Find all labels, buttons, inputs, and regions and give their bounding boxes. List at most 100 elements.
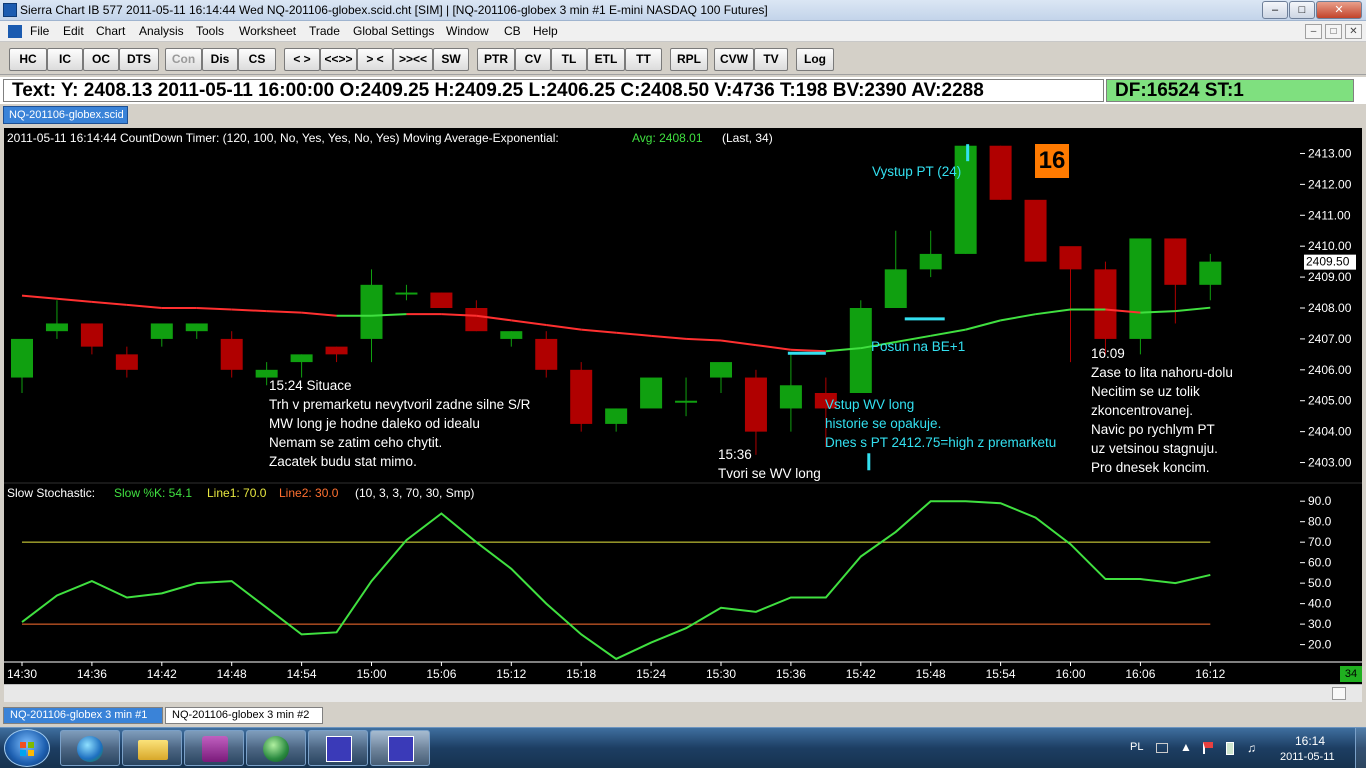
compress-more-button[interactable]: >><< [393,48,433,71]
rpl-button[interactable]: RPL [670,48,708,71]
stoch-tick-label: 90.0 [1308,494,1332,508]
mdi-close-button[interactable]: ✕ [1345,24,1362,39]
close-button[interactable]: ✕ [1316,1,1362,19]
menu-cb[interactable]: CB [504,24,521,38]
annotation-wv-long: 15:36 Tvori se WV long [718,447,821,481]
menu-worksheet[interactable]: Worksheet [239,24,296,38]
last-price-label: 2409.50 [1306,255,1350,269]
tv-button[interactable]: TV [754,48,788,71]
menu-edit[interactable]: Edit [63,24,84,38]
taskbar-sierra-chart[interactable] [370,730,430,766]
toolbar: HC IC OC DTS Con Dis CS < > <<>> > < >><… [0,43,1366,75]
minimize-button[interactable]: – [1262,1,1288,19]
ptr-button[interactable]: PTR [477,48,515,71]
menu-trade[interactable]: Trade [309,24,340,38]
tt-button[interactable]: TT [625,48,662,71]
taskbar-network[interactable] [246,730,306,766]
ema-segment [581,328,617,334]
menu-global-settings[interactable]: Global Settings [353,24,434,38]
log-button[interactable]: Log [796,48,834,71]
tl-button[interactable]: TL [551,48,587,71]
menu-tools[interactable]: Tools [196,24,224,38]
mdi-restore-button[interactable]: □ [1325,24,1342,39]
dts-button[interactable]: DTS [119,48,159,71]
start-button[interactable] [4,729,50,767]
clock-date[interactable]: 2011-05-11 [1280,751,1335,763]
keyboard-icon[interactable] [1156,743,1168,753]
ema-segment [546,324,582,331]
menu-analysis[interactable]: Analysis [139,24,184,38]
app-icon-1 [326,736,352,762]
candle-body [115,354,138,370]
time-tick-label: 16:00 [1055,667,1085,681]
sw-button[interactable]: SW [433,48,469,71]
battery-icon[interactable] [1226,742,1234,755]
candle-body [80,323,103,347]
candle-body [465,308,488,332]
time-tick-label: 15:36 [776,667,806,681]
window-title: Sierra Chart IB 577 2011-05-11 16:14:44 … [20,3,768,17]
expand-button[interactable]: <<>> [320,48,357,71]
chart-tab[interactable]: NQ-201106-globex.scid [3,106,128,124]
clock-time[interactable]: 16:14 [1295,734,1325,748]
candle-body [45,323,68,332]
scroll-both-button[interactable]: < > [284,48,320,71]
taskbar-explorer[interactable] [122,730,182,766]
chart-scrollbar[interactable] [4,684,1362,702]
mdi-minimize-button[interactable]: – [1305,24,1322,39]
dis-button[interactable]: Dis [202,48,238,71]
candle-body [1094,269,1117,339]
taskbar-app-1[interactable] [308,730,368,766]
ic-button[interactable]: IC [47,48,83,71]
candle-body [989,145,1012,200]
candle-body [395,292,418,295]
menu-file[interactable]: File [30,24,49,38]
taskbar-browser[interactable] [60,730,120,766]
candle-body [290,354,313,363]
chart-area[interactable]: 2403.00 2404.00 2405.00 2406.00 2407.00 2408.… [4,128,1362,684]
chartbook-tab-2[interactable]: NQ-201106-globex 3 min #2 [165,707,323,724]
price-tick-label: 2410.00 [1308,239,1352,253]
volume-icon[interactable]: ♫ [1247,741,1256,755]
show-desktop-button[interactable] [1355,728,1366,768]
data-feed-status: DF:16524 ST:1 [1106,79,1354,102]
title-bar[interactable]: Sierra Chart IB 577 2011-05-11 16:14:44 … [0,0,1366,21]
compress-button[interactable]: > < [357,48,393,71]
menu-window[interactable]: Window [446,24,489,38]
menu-chart[interactable]: Chart [96,24,125,38]
chartbook-tab-1[interactable]: NQ-201106-globex 3 min #1 [3,707,163,724]
cs-button[interactable]: CS [238,48,276,71]
stoch-k-value: Slow %K: 54.1 [114,486,193,500]
stoch-params: (10, 3, 3, 70, 30, Smp) [355,486,475,500]
language-indicator[interactable]: PL [1130,741,1143,753]
con-button[interactable]: Con [165,48,202,71]
folder-icon [138,740,168,760]
taskbar-onenote[interactable] [184,730,244,766]
cv-button[interactable]: CV [515,48,551,71]
hc-button[interactable]: HC [9,48,47,71]
time-tick-label: 14:36 [77,667,107,681]
flag-icon[interactable] [1203,742,1213,754]
ema-segment [651,334,687,340]
ema-segment [1000,313,1036,322]
price-tick-label: 2406.00 [1308,363,1352,377]
menu-help[interactable]: Help [533,24,558,38]
ema-segment [266,310,302,314]
maximize-button[interactable]: □ [1289,1,1315,19]
candle-body [11,338,33,378]
chevron-up-icon[interactable]: ▲ [1180,740,1192,754]
time-tick-label: 14:54 [287,667,317,681]
candle-body [675,400,698,403]
price-tick-label: 2412.00 [1308,177,1352,191]
chart-window-icon[interactable] [8,25,22,38]
time-tick-label: 15:30 [706,667,736,681]
cvw-button[interactable]: CVW [714,48,754,71]
menu-bar: File Edit Chart Analysis Tools Worksheet… [0,21,1366,42]
annotation-be: Posun na BE+1 [871,339,966,354]
time-tick-label: 15:06 [426,667,456,681]
scroll-thumb[interactable] [1332,687,1346,700]
time-tick-label: 15:42 [846,667,876,681]
ema-segment [91,300,127,306]
etl-button[interactable]: ETL [587,48,625,71]
oc-button[interactable]: OC [83,48,119,71]
